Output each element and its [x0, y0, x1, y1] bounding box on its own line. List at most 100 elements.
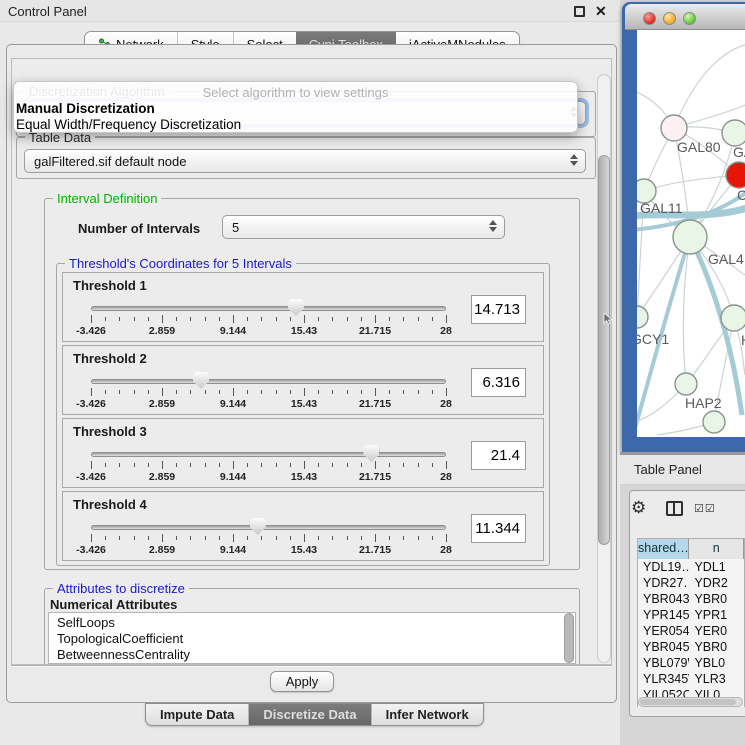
attributes-list-scrollbar[interactable] — [564, 613, 574, 663]
tick-mark — [432, 463, 433, 467]
panel-scrollbar-thumb[interactable] — [598, 155, 610, 545]
slider-thumb[interactable] — [363, 445, 379, 462]
network-node-GCY1[interactable] — [637, 306, 648, 328]
tick-mark — [446, 315, 447, 323]
table-cell[interactable]: YPR145W — [638, 607, 689, 623]
table-cell[interactable]: YER0 — [689, 623, 744, 639]
select-columns-icon[interactable]: ☑☑ — [694, 502, 716, 515]
table-row[interactable]: YBR043CYBR0 — [638, 591, 744, 607]
table-header-row: shared…n — [638, 539, 744, 559]
gear-icon[interactable]: ⚙ — [631, 498, 646, 518]
column-header-1[interactable]: shared… — [638, 539, 689, 559]
table-row[interactable]: YDL19…YDL1 — [638, 559, 744, 575]
table-cell[interactable]: YDR2 — [689, 575, 744, 591]
attribute-item[interactable]: SelfLoops — [57, 615, 575, 631]
table-cell[interactable]: YLR345W — [638, 671, 689, 687]
tab-discretize-data[interactable]: Discretize Data — [248, 704, 370, 725]
table-row[interactable]: YDR27…YDR2 — [638, 575, 744, 591]
slider-track[interactable] — [91, 379, 446, 384]
mac-zoom-button[interactable] — [683, 12, 696, 25]
number-of-intervals-combobox[interactable]: 5 — [222, 215, 505, 239]
attribute-item[interactable]: BetweennessCentrality — [57, 647, 575, 663]
network-edge[interactable] — [674, 45, 745, 128]
network-node-H[interactable] — [721, 305, 745, 331]
tick-mark — [347, 536, 348, 540]
column-header-2[interactable]: n — [689, 539, 744, 559]
table-cell[interactable]: YER054C — [638, 623, 689, 639]
table-cell[interactable]: YPR1 — [689, 607, 744, 623]
divider — [11, 665, 612, 667]
node-label: C — [737, 187, 745, 203]
tick-mark — [190, 536, 191, 540]
table-row[interactable]: YER054CYER0 — [638, 623, 744, 639]
slider-thumb[interactable] — [193, 372, 209, 389]
table-row[interactable]: YBR045CYBR0 — [638, 639, 744, 655]
table-cell[interactable]: YBL079W — [638, 655, 689, 671]
slider-track[interactable] — [91, 452, 446, 457]
network-window-titlebar[interactable] — [625, 4, 745, 30]
tick-label: 28 — [414, 544, 478, 556]
tick-label: 21.715 — [343, 398, 407, 410]
table-cell[interactable]: YDL1 — [689, 559, 744, 575]
table-cell[interactable]: YBR043C — [638, 591, 689, 607]
tick-mark — [332, 463, 333, 467]
network-node[interactable] — [703, 411, 725, 433]
algorithm-popup-prompt[interactable]: Select algorithm to view settings — [14, 85, 577, 101]
mac-close-button[interactable] — [643, 12, 656, 25]
apply-button[interactable]: Apply — [270, 671, 334, 692]
attribute-item[interactable]: TopologicalCoefficient — [57, 631, 575, 647]
network-node-GA[interactable] — [722, 120, 745, 146]
column-layout-icon[interactable] — [666, 501, 683, 516]
mac-minimize-button[interactable] — [663, 12, 676, 25]
slider-track[interactable] — [91, 525, 446, 530]
attributes-group-title: Attributes to discretize — [53, 581, 189, 596]
threshold-value-field[interactable]: 14.713 — [471, 295, 526, 324]
tab-impute-data[interactable]: Impute Data — [146, 704, 248, 725]
table-cell[interactable]: YDL19… — [638, 559, 689, 575]
threshold-value-field[interactable]: 11.344 — [471, 514, 526, 543]
threshold-value-field[interactable]: 6.316 — [471, 368, 526, 397]
numerical-attributes-list[interactable]: SelfLoopsTopologicalCoefficientBetweenne… — [48, 612, 576, 664]
table-row[interactable]: YBL079WYBL0 — [638, 655, 744, 671]
tick-mark — [347, 463, 348, 467]
table-row[interactable]: YLR345WYLR3 — [638, 671, 744, 687]
node-label: GCY1 — [637, 331, 669, 347]
table-row[interactable]: YPR145WYPR1 — [638, 607, 744, 623]
close-icon[interactable]: ✕ — [595, 3, 607, 20]
network-node-HAP2[interactable] — [675, 373, 697, 395]
table-cell[interactable]: YBR045C — [638, 639, 689, 655]
table-cell[interactable]: YBL0 — [689, 655, 744, 671]
table-cell[interactable]: YLR3 — [689, 671, 744, 687]
table-data-combobox[interactable]: galFiltered.sif default node — [24, 149, 586, 173]
network-node-GAL4[interactable] — [673, 220, 707, 254]
tick-label: 9.144 — [201, 544, 265, 556]
threshold-value-field[interactable]: 21.4 — [471, 441, 526, 470]
slider-track[interactable] — [91, 306, 446, 311]
algorithm-option[interactable]: Manual Discretization — [14, 101, 577, 117]
tick-mark — [347, 317, 348, 321]
table-hscrollbar-thumb[interactable] — [640, 699, 736, 705]
network-edge[interactable] — [644, 175, 739, 191]
float-window-icon[interactable] — [574, 6, 585, 17]
table-cell[interactable]: YDR27… — [638, 575, 689, 591]
table-cell[interactable]: YBR0 — [689, 591, 744, 607]
threshold-label: Threshold 3 — [73, 424, 147, 439]
threshold-panel-3: Threshold 3-3.4262.8599.14415.4321.71528… — [62, 418, 544, 488]
tick-mark — [318, 317, 319, 321]
tick-mark — [403, 317, 404, 321]
table-hscrollbar-track[interactable] — [638, 697, 743, 707]
slider-thumb[interactable] — [250, 518, 266, 535]
tick-mark — [375, 315, 376, 323]
slider-thumb[interactable] — [288, 299, 304, 316]
network-canvas[interactable]: GAL80GACGAL11GAL4GCY1HHAP2 — [637, 30, 745, 437]
tick-mark — [261, 463, 262, 467]
network-node-GAL80[interactable] — [661, 115, 687, 141]
tick-mark — [190, 390, 191, 394]
tick-mark — [290, 536, 291, 540]
tick-mark — [361, 390, 362, 394]
algorithm-option[interactable]: Equal Width/Frequency Discretization — [14, 117, 577, 133]
tick-mark — [134, 317, 135, 321]
table-cell[interactable]: YBR0 — [689, 639, 744, 655]
tab-infer-network[interactable]: Infer Network — [371, 704, 483, 725]
network-node-C[interactable] — [726, 162, 745, 188]
